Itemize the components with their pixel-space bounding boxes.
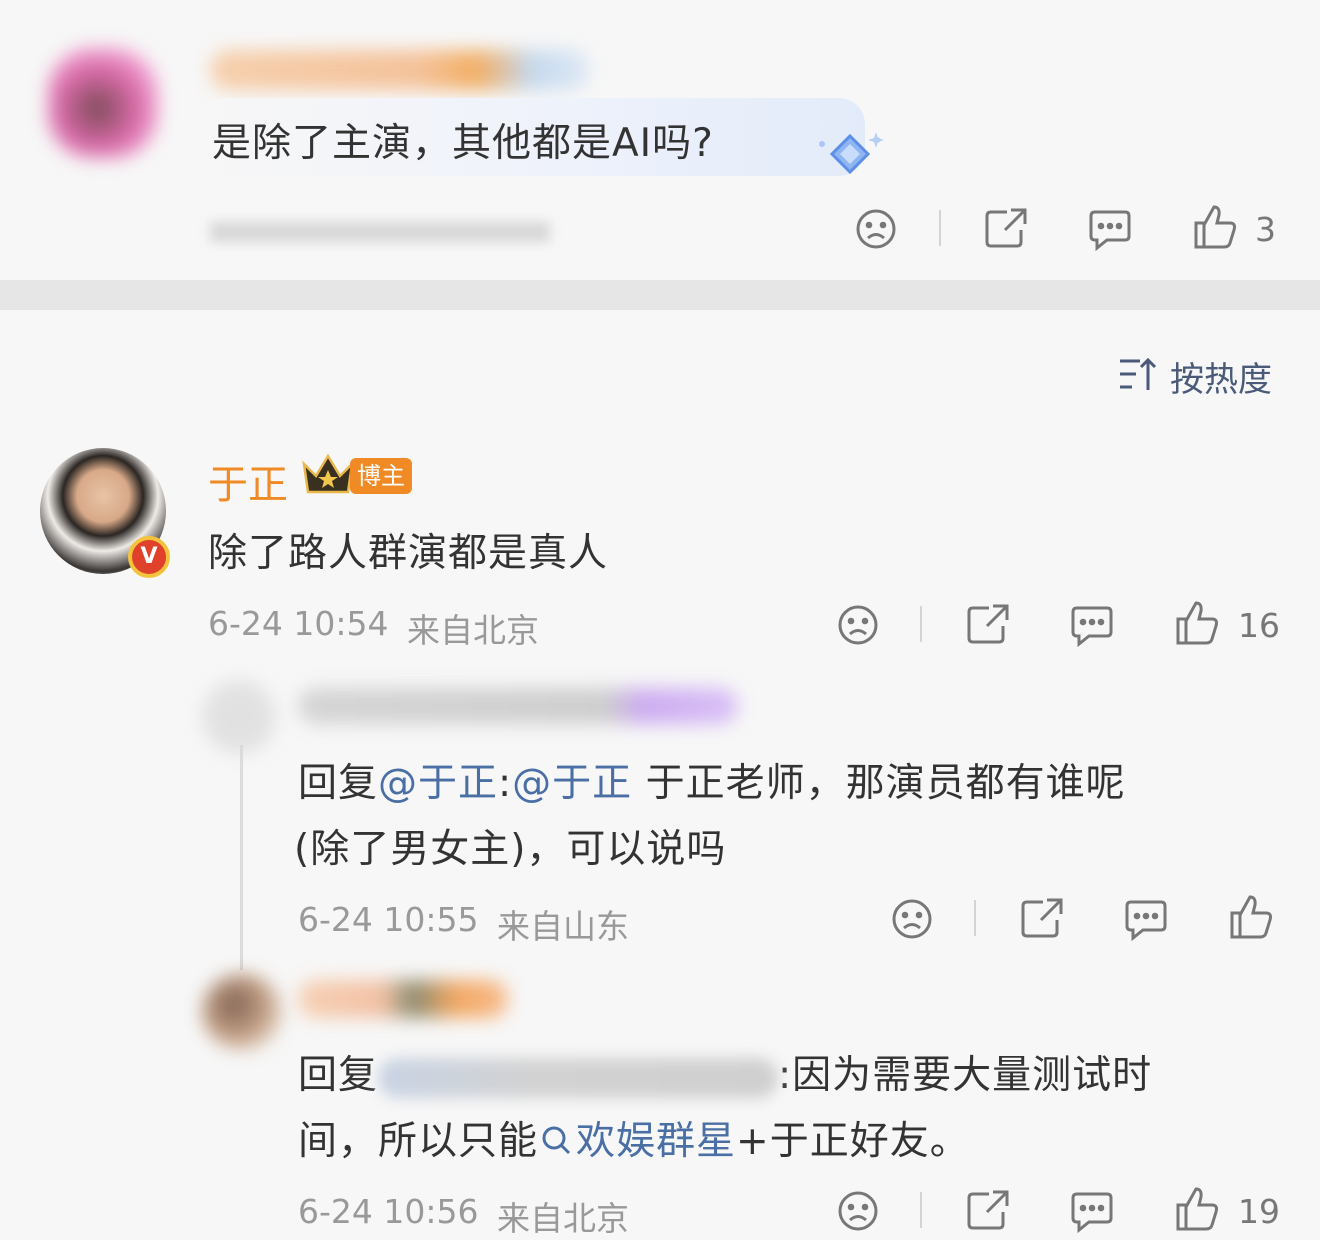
action-divider: [920, 606, 922, 642]
action-divider: [920, 1192, 922, 1228]
reply-location: 来自山东: [497, 907, 629, 946]
comment-text: 是除了主演，其他都是AI吗?: [212, 121, 714, 166]
share-icon[interactable]: [965, 1188, 1011, 1232]
reply-body: 间，所以只能: [298, 1119, 539, 1164]
action-divider: [974, 900, 976, 936]
search-icon: [540, 1121, 572, 1166]
action-divider: [939, 210, 941, 246]
share-icon[interactable]: [965, 602, 1011, 646]
like-count: 16: [1238, 606, 1280, 645]
dislike-icon[interactable]: [836, 1189, 880, 1233]
reply-name-blurred[interactable]: [298, 688, 738, 724]
reply-location: 来自北京: [497, 1199, 629, 1238]
comment-meta-blurred: [210, 222, 550, 242]
reply-text-line2: (除了男女主)，可以说吗: [294, 827, 727, 872]
reply-avatar-blurred[interactable]: [202, 974, 282, 1050]
comment-icon[interactable]: [1069, 1190, 1115, 1234]
comment-location: 来自北京: [407, 611, 539, 650]
dislike-icon[interactable]: [836, 603, 880, 647]
share-icon[interactable]: [983, 206, 1029, 250]
share-icon[interactable]: [1019, 896, 1065, 940]
mention-link[interactable]: @于正: [512, 761, 632, 806]
dislike-icon[interactable]: [854, 207, 898, 251]
commenter-name-blurred[interactable]: [210, 50, 590, 90]
main-comment: V 于正 博主 除了路人群演都是真人 6-24 10:54 来自北京 16: [0, 430, 1320, 670]
reply-body: :因为需要大量测试时: [778, 1053, 1153, 1098]
reply-body: +于正好友。: [736, 1119, 970, 1164]
search-topic-link[interactable]: 欢娱群星: [576, 1119, 736, 1164]
verified-badge-icon: V: [128, 536, 170, 578]
like-icon[interactable]: [1192, 203, 1238, 251]
reply-name-blurred[interactable]: [298, 980, 508, 1018]
reply-item: 回复 :因为需要大量测试时 间，所以只能 欢娱群星+于正好友。 6-24 10:56…: [0, 962, 1320, 1238]
mention-link-blurred[interactable]: [378, 1057, 779, 1098]
blogger-badge: 博主: [350, 458, 412, 494]
commenter-avatar[interactable]: [48, 48, 158, 158]
like-count: 3: [1255, 210, 1276, 249]
crown-icon: [300, 452, 356, 502]
reply-prefix: 回复: [298, 761, 379, 806]
comment-text: 除了路人群演都是真人: [208, 531, 609, 576]
comment-time: 6-24 10:54: [208, 604, 389, 643]
author-name[interactable]: 于正: [208, 452, 288, 510]
section-separator: [0, 280, 1320, 310]
reply-item: 回复@于正:@于正 于正老师，那演员都有谁呢 (除了男女主)，可以说吗 6-24…: [0, 670, 1320, 960]
reply-text-line1: 回复 :因为需要大量测试时: [298, 1044, 1152, 1100]
reply-text-line1: 回复@于正:@于正 于正老师，那演员都有谁呢: [298, 752, 1126, 808]
reply-prefix: 回复: [298, 1053, 379, 1098]
diamond-sticker-icon: [812, 130, 892, 194]
dislike-icon[interactable]: [890, 897, 934, 941]
like-icon[interactable]: [1174, 599, 1220, 647]
comment-icon[interactable]: [1123, 898, 1169, 942]
sort-label: 按热度: [1170, 360, 1272, 400]
like-icon[interactable]: [1174, 1185, 1220, 1233]
comment-icon[interactable]: [1069, 604, 1115, 648]
reply-avatar-blurred[interactable]: [202, 680, 276, 754]
sort-icon: [1118, 356, 1158, 396]
comment-icon[interactable]: [1087, 208, 1133, 252]
mention-link[interactable]: @于正: [378, 761, 498, 806]
reply-time: 6-24 10:56: [298, 1192, 479, 1231]
reply-colon: :: [498, 761, 513, 806]
reply-time: 6-24 10:55: [298, 900, 479, 939]
reply-text-line2: 间，所以只能 欢娱群星+于正好友。: [298, 1110, 970, 1166]
reply-body: 于正老师，那演员都有谁呢: [632, 761, 1126, 806]
like-count: 19: [1238, 1192, 1280, 1231]
like-icon[interactable]: [1228, 893, 1274, 941]
top-comment: 是除了主演，其他都是AI吗? 3: [0, 0, 1320, 280]
